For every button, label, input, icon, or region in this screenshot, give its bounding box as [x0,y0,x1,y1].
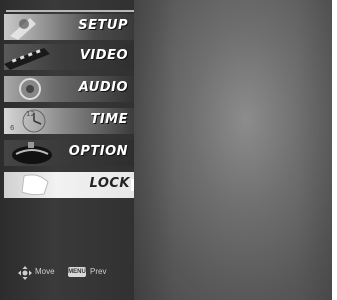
menu-item-time[interactable]: 6 12 TIME [4,108,134,134]
svg-text:6: 6 [10,124,15,132]
svg-text:12: 12 [26,110,35,118]
menu-divider [6,10,134,12]
menu-item-option[interactable]: OPTION [4,140,134,166]
screen-edge [332,0,337,300]
menu-footer: Move MENU Prev [0,262,134,284]
menu-item-time-label: TIME [90,112,128,127]
menu-item-video-label: VIDEO [79,48,128,63]
menu-item-audio-label: AUDIO [78,80,128,95]
prev-hint: Prev [90,267,107,276]
menu-item-setup-label: SETUP [78,18,128,33]
osd-main-menu: SETUP VIDEO AUDIO 6 12 TIME OPTION LOCK … [0,0,134,300]
menu-item-video[interactable]: VIDEO [4,44,134,70]
menu-item-lock[interactable]: LOCK [4,172,134,198]
menu-item-lock-label: LOCK [89,176,130,191]
video-background [134,0,337,300]
selection-cursor [131,179,134,191]
menu-item-audio[interactable]: AUDIO [4,76,134,102]
menu-key-icon: MENU [68,267,86,277]
move-hint: Move [35,267,55,276]
four-way-arrow-icon [18,266,32,280]
menu-item-setup[interactable]: SETUP [4,14,134,40]
tv-osd-screen: SETUP VIDEO AUDIO 6 12 TIME OPTION LOCK … [0,0,337,300]
menu-item-option-label: OPTION [68,144,128,159]
